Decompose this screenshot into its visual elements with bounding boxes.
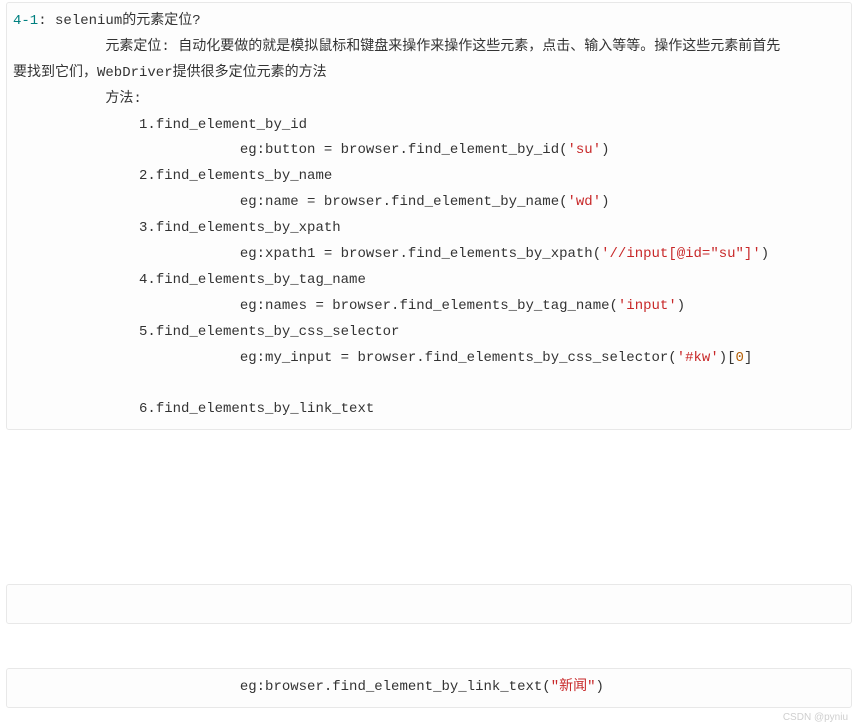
- method-1-eg-post: ): [601, 142, 609, 158]
- method-5: 5.find_elements_by_css_selector: [13, 324, 399, 340]
- method-4-eg-pre: eg:names = browser.find_elements_by_tag_…: [13, 298, 618, 314]
- method-3-eg-str: '//input[@id="su"]': [601, 246, 761, 262]
- method-1-eg-str: 'su': [568, 142, 602, 158]
- method-3-eg-pre: eg:xpath1 = browser.find_elements_by_xpa…: [13, 246, 601, 262]
- methods-label: 方法:: [13, 91, 142, 107]
- method-2-eg-pre: eg:name = browser.find_element_by_name(: [13, 194, 568, 210]
- code-block-2: [6, 584, 852, 624]
- method-5-eg-str: '#kw': [677, 350, 719, 366]
- method-4-eg-str: 'input': [618, 298, 677, 314]
- method-5-eg-post2: ]: [744, 350, 752, 366]
- method-5-eg-idx: 0: [736, 350, 744, 366]
- heading-text: : selenium的元素定位?: [38, 13, 200, 29]
- method-6: 6.find_elements_by_link_text: [13, 401, 374, 417]
- spacer-1: [0, 432, 858, 582]
- method-3-eg-post: ): [761, 246, 769, 262]
- method-3: 3.find_elements_by_xpath: [13, 220, 341, 236]
- intro-line-1: 元素定位: 自动化要做的就是模拟鼠标和键盘来操作来操作这些元素，点击、输入等等。…: [13, 39, 780, 55]
- method-2-eg-post: ): [601, 194, 609, 210]
- link-text-eg-str: "新闻": [551, 679, 596, 695]
- empty-line: [13, 595, 21, 611]
- heading-number: 4-1: [13, 13, 38, 29]
- link-text-eg-post: ): [596, 679, 604, 695]
- method-4: 4.find_elements_by_tag_name: [13, 272, 366, 288]
- code-block-1: 4-1: selenium的元素定位? 元素定位: 自动化要做的就是模拟鼠标和键…: [6, 2, 852, 430]
- watermark: CSDN @pyniu: [0, 710, 858, 727]
- method-5-eg-post: )[: [719, 350, 736, 366]
- method-2-eg-str: 'wd': [568, 194, 602, 210]
- method-4-eg-post: ): [677, 298, 685, 314]
- intro-line-2: 要找到它们，WebDriver提供很多定位元素的方法: [13, 65, 327, 81]
- method-1-eg-pre: eg:button = browser.find_element_by_id(: [13, 142, 568, 158]
- method-1: 1.find_element_by_id: [13, 117, 307, 133]
- spacer-2: [0, 626, 858, 666]
- link-text-eg-pre: eg:browser.find_element_by_link_text(: [13, 679, 551, 695]
- method-2: 2.find_elements_by_name: [13, 168, 332, 184]
- method-5-eg-pre: eg:my_input = browser.find_elements_by_c…: [13, 350, 677, 366]
- code-block-3: eg:browser.find_element_by_link_text("新闻…: [6, 668, 852, 708]
